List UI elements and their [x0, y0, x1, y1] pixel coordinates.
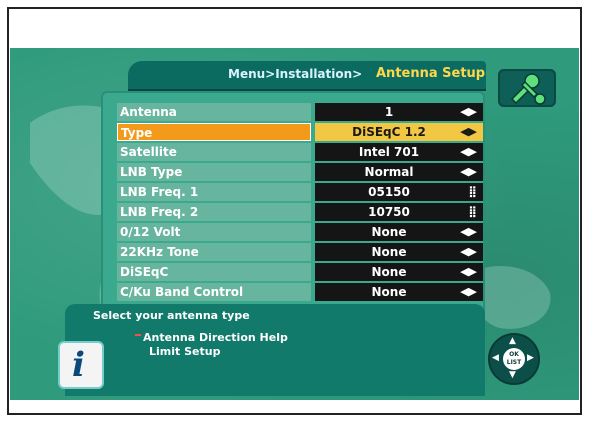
left-right-arrows-icon: ◀▶	[460, 265, 477, 278]
menu-row-satellite[interactable]: Satellite Intel 701 ◀▶	[117, 143, 483, 161]
down-arrow-icon: ▼	[509, 370, 516, 380]
up-arrow-icon: ▲	[509, 336, 516, 346]
bullet-icon	[135, 334, 141, 336]
tv-screen: Menu>Installation> Antenna Setup Antenna…	[10, 48, 579, 400]
menu-row-22khz-tone[interactable]: 22KHz Tone None ◀▶	[117, 243, 483, 261]
breadcrumb: Menu>Installation>	[228, 67, 363, 81]
menu-row-c-ku-band-control[interactable]: C/Ku Band Control None ◀▶	[117, 283, 483, 301]
row-value: 10750 ⣿	[315, 203, 483, 221]
row-label: Type	[117, 123, 311, 141]
row-label: Antenna	[117, 103, 311, 121]
row-label: LNB Freq. 2	[117, 203, 311, 221]
row-value: None ◀▶	[315, 223, 483, 241]
row-value: 05150 ⣿	[315, 183, 483, 201]
left-right-arrows-icon: ◀▶	[460, 105, 477, 118]
row-value: Intel 701 ◀▶	[315, 143, 483, 161]
left-right-arrows-icon: ◀▶	[460, 225, 477, 238]
row-value: DiSEqC 1.2 ◀▶	[315, 123, 483, 141]
numeric-keypad-icon: ⣿	[468, 185, 477, 198]
left-right-arrows-icon: ◀▶	[460, 165, 477, 178]
help-panel: Select your antenna type Antenna Directi…	[65, 304, 485, 396]
row-value: Normal ◀▶	[315, 163, 483, 181]
info-icon: i	[58, 341, 104, 389]
row-label: 22KHz Tone	[117, 243, 311, 261]
row-value: 1 ◀▶	[315, 103, 483, 121]
title-bar: Menu>Installation> Antenna Setup	[128, 61, 486, 91]
help-item-antenna-direction[interactable]: Antenna Direction Help	[143, 331, 288, 344]
row-label: Satellite	[117, 143, 311, 161]
menu-row-0-12-volt[interactable]: 0/12 Volt None ◀▶	[117, 223, 483, 241]
row-label: LNB Freq. 1	[117, 183, 311, 201]
menu-row-lnb-freq-1[interactable]: LNB Freq. 1 05150 ⣿	[117, 183, 483, 201]
ok-list-icon: OK LIST	[503, 348, 525, 370]
remote-navigation-icon: ▲ ▼ ◀ ▶ OK LIST	[488, 333, 540, 385]
row-label: DiSEqC	[117, 263, 311, 281]
menu-row-antenna[interactable]: Antenna 1 ◀▶	[117, 103, 483, 121]
left-right-arrows-icon: ◀▶	[460, 145, 477, 158]
help-item-limit-setup[interactable]: Limit Setup	[149, 345, 220, 358]
left-right-arrows-icon: ◀▶	[460, 125, 477, 138]
row-value: None ◀▶	[315, 283, 483, 301]
tools-icon	[498, 69, 556, 107]
row-label: C/Ku Band Control	[117, 283, 311, 301]
row-value: None ◀▶	[315, 243, 483, 261]
row-label: LNB Type	[117, 163, 311, 181]
numeric-keypad-icon: ⣿	[468, 205, 477, 218]
menu-row-diseqc[interactable]: DiSEqC None ◀▶	[117, 263, 483, 281]
row-value: None ◀▶	[315, 263, 483, 281]
left-right-arrows-icon: ◀▶	[460, 245, 477, 258]
menu-row-type[interactable]: Type DiSEqC 1.2 ◀▶	[117, 123, 483, 141]
right-arrow-icon: ▶	[527, 353, 534, 363]
row-label: 0/12 Volt	[117, 223, 311, 241]
left-arrow-icon: ◀	[492, 353, 499, 363]
menu-row-lnb-type[interactable]: LNB Type Normal ◀▶	[117, 163, 483, 181]
help-title: Select your antenna type	[93, 309, 250, 322]
menu-row-lnb-freq-2[interactable]: LNB Freq. 2 10750 ⣿	[117, 203, 483, 221]
page-title: Antenna Setup	[376, 66, 486, 81]
left-right-arrows-icon: ◀▶	[460, 285, 477, 298]
